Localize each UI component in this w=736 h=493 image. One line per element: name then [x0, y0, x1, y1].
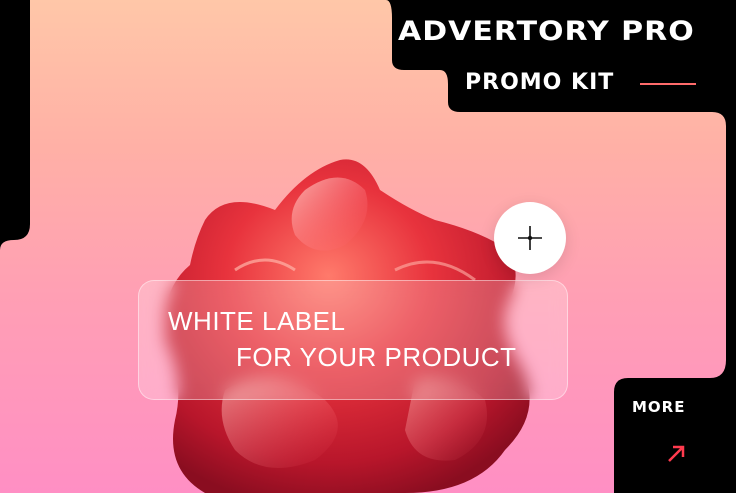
- hero-canvas: ADVERTORY PRO PROMO KIT WHITE LABEL FOR …: [0, 0, 736, 493]
- more-link[interactable]: MORE: [632, 398, 685, 416]
- sparkle-plus-icon: [518, 226, 542, 250]
- glass-card: [138, 280, 568, 400]
- card-headline-line2: FOR YOUR PRODUCT: [236, 342, 517, 372]
- brand-subtitle: PROMO KIT: [465, 70, 615, 95]
- brand-title: ADVERTORY PRO: [398, 15, 695, 48]
- arrow-up-right-icon[interactable]: [664, 442, 688, 466]
- plus-button[interactable]: [494, 202, 566, 274]
- accent-rule: [640, 83, 696, 85]
- card-headline-line1: WHITE LABEL: [168, 306, 346, 336]
